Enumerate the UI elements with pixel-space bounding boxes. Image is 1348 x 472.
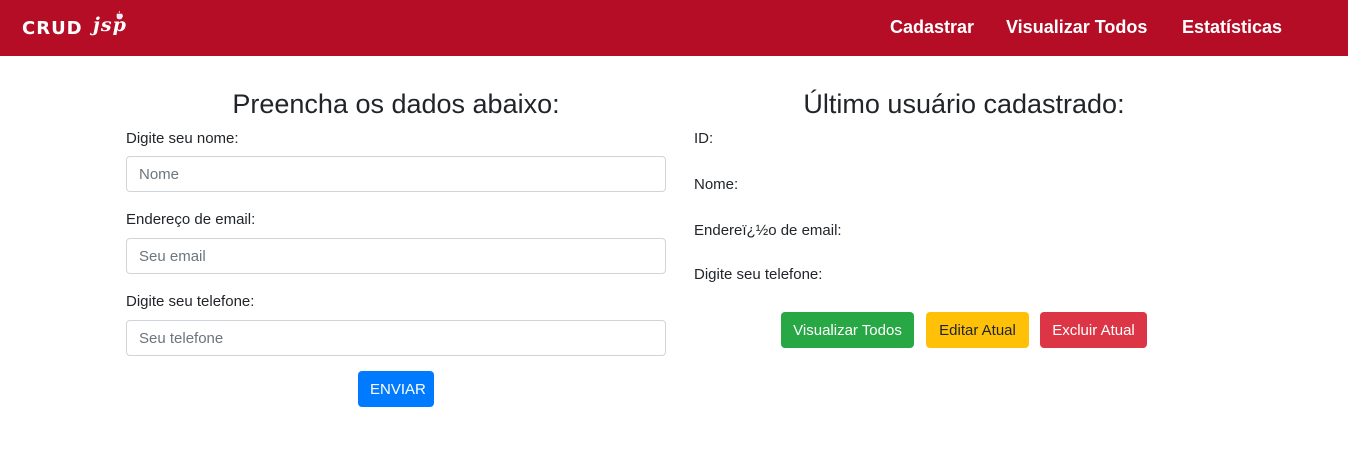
last-user-name-label: Nome: bbox=[694, 176, 739, 193]
brand-logo[interactable]: CRUD jsp bbox=[22, 10, 142, 44]
name-input[interactable] bbox=[126, 156, 666, 192]
phone-input[interactable] bbox=[126, 320, 666, 356]
phone-label: Digite seu telefone: bbox=[126, 293, 255, 310]
navbar: CRUD jsp Cadastrar Visualizar Todos Esta… bbox=[0, 0, 1348, 56]
email-label: Endereço de email: bbox=[126, 211, 256, 228]
last-user-email-label: Endereï¿½o de email: bbox=[694, 222, 842, 239]
nav-visualizar-todos[interactable]: Visualizar Todos bbox=[1006, 17, 1147, 38]
form-title: Preencha os dados abaixo: bbox=[232, 89, 560, 119]
name-label: Digite seu nome: bbox=[126, 130, 239, 147]
nav-estatisticas[interactable]: Estatísticas bbox=[1182, 17, 1282, 38]
nav-cadastrar[interactable]: Cadastrar bbox=[890, 17, 974, 38]
id-label: ID: bbox=[694, 130, 714, 147]
submit-button[interactable]: ENVIAR bbox=[358, 371, 434, 407]
logo-text: CRUD bbox=[22, 18, 83, 39]
view-all-button[interactable]: Visualizar Todos bbox=[781, 312, 914, 348]
email-input[interactable] bbox=[126, 238, 666, 274]
delete-current-button[interactable]: Excluir Atual bbox=[1040, 312, 1147, 348]
coffee-cup-icon bbox=[116, 10, 123, 20]
last-user-title: Último usuário cadastrado: bbox=[803, 89, 1125, 119]
edit-current-button[interactable]: Editar Atual bbox=[926, 312, 1029, 348]
last-user-phone-label: Digite seu telefone: bbox=[694, 266, 823, 283]
